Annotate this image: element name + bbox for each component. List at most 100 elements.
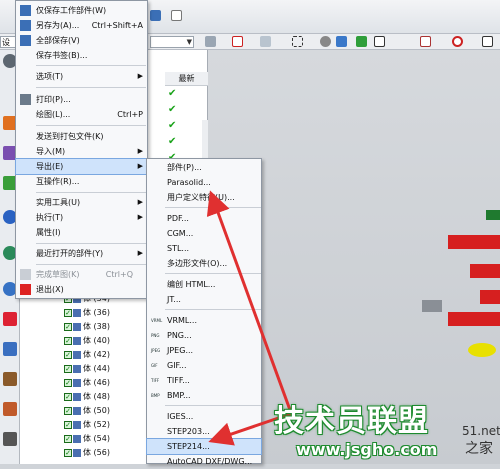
feature-row[interactable]: ✓ 体 (54) xyxy=(64,433,110,445)
visibility-checkbox[interactable]: ✓ xyxy=(64,351,72,359)
body-icon xyxy=(73,407,81,415)
scope-combo[interactable]: ▼ xyxy=(150,36,194,48)
submenu-arrow-icon: ▶ xyxy=(137,198,143,206)
feature-row[interactable]: ✓ 体 (52) xyxy=(64,419,110,431)
feature-row[interactable]: ✓ 体 (48) xyxy=(64,391,110,403)
export-item-stl[interactable]: STL... xyxy=(147,241,261,256)
body-icon xyxy=(73,435,81,443)
select-rect-icon[interactable] xyxy=(232,36,243,47)
feature-row[interactable]: ✓ 体 (46) xyxy=(64,377,110,389)
view-icon[interactable] xyxy=(320,36,331,47)
export-item-autocad[interactable]: AutoCAD DXF/DWG... xyxy=(147,454,261,469)
document-icon[interactable] xyxy=(3,402,17,416)
menu-item-options[interactable]: 选项(T) ▶ xyxy=(16,69,147,84)
visibility-checkbox[interactable]: ✓ xyxy=(64,309,72,317)
export-item-pdf[interactable]: PDF... xyxy=(147,211,261,226)
visibility-checkbox[interactable]: ✓ xyxy=(64,421,72,429)
menu-item-properties[interactable]: 属性(I) xyxy=(16,225,147,240)
visibility-checkbox[interactable]: ✓ xyxy=(64,365,72,373)
export-item-jt[interactable]: JT... xyxy=(147,292,261,307)
latest-check-icon: ✔ xyxy=(168,104,177,115)
png-icon: PNG xyxy=(151,333,160,338)
snap-point-icon[interactable] xyxy=(356,36,367,47)
feature-row[interactable]: ✓ 体 (50) xyxy=(64,405,110,417)
curve-icon[interactable] xyxy=(420,36,431,47)
body-icon xyxy=(73,351,81,359)
export-item-step214[interactable]: STEP214... xyxy=(146,438,262,455)
export-item-part[interactable]: 部件(P)... xyxy=(147,160,261,175)
visibility-checkbox[interactable]: ✓ xyxy=(64,407,72,415)
menu-item-save-all[interactable]: 全部保存(V) xyxy=(16,33,147,48)
export-item-udf[interactable]: 用户定义特征(U)... xyxy=(147,190,261,205)
menu-item-print[interactable]: 打印(P)... xyxy=(16,92,147,107)
export-item-html[interactable]: 编创 HTML... xyxy=(147,277,261,292)
feature-row[interactable]: ✓ 体 (42) xyxy=(64,349,110,361)
box-select-icon[interactable] xyxy=(292,36,303,47)
menu-item-send-to-package[interactable]: 发送到打包文件(K) xyxy=(16,129,147,144)
latest-check-icon: ✔ xyxy=(168,120,177,131)
menu-item-execute[interactable]: 执行(T) ▶ xyxy=(16,210,147,225)
feature-label: 体 (54) xyxy=(83,434,110,443)
menu-separator xyxy=(36,264,146,265)
save-toolbar-icon[interactable] xyxy=(150,10,161,21)
visibility-checkbox[interactable]: ✓ xyxy=(64,379,72,387)
export-item-step203[interactable]: STEP203... xyxy=(147,424,261,439)
menu-item-plot[interactable]: 绘图(L)... Ctrl+P xyxy=(16,107,147,122)
menu-separator xyxy=(165,273,261,274)
submenu-arrow-icon: ▶ xyxy=(137,213,143,221)
export-item-png[interactable]: PNG PNG... xyxy=(147,328,261,343)
feature-row[interactable]: ✓ 体 (36) xyxy=(64,307,110,319)
menu-item-export[interactable]: 导出(E) ▶ xyxy=(15,158,148,175)
red-rod xyxy=(448,235,500,249)
menu-item-save-work-part[interactable]: 仅保存工作部件(W) xyxy=(16,3,147,18)
visibility-checkbox[interactable]: ✓ xyxy=(64,435,72,443)
menu-separator xyxy=(36,125,146,126)
export-item-parasolid[interactable]: Parasolid... xyxy=(147,175,261,190)
point-icon[interactable] xyxy=(452,36,463,47)
line-icon[interactable] xyxy=(374,36,385,47)
menu-item-utilities[interactable]: 实用工具(U) ▶ xyxy=(16,195,147,210)
vrml-icon: VRML xyxy=(151,318,163,323)
analysis-icon[interactable] xyxy=(3,342,17,356)
export-item-bmp[interactable]: BMP BMP... xyxy=(147,388,261,403)
cube-icon[interactable] xyxy=(336,36,347,47)
roles-icon[interactable] xyxy=(3,432,17,446)
submenu-arrow-icon: ▶ xyxy=(137,147,143,155)
export-item-polygon[interactable]: 多边形文件(O)... xyxy=(147,256,261,271)
snap-icon[interactable] xyxy=(205,36,216,47)
menu-item-recent-parts[interactable]: 最近打开的部件(Y) ▶ xyxy=(16,246,147,261)
export-item-gif[interactable]: GIF GIF... xyxy=(147,358,261,373)
visibility-checkbox[interactable]: ✓ xyxy=(64,323,72,331)
process-studio-icon[interactable] xyxy=(3,312,17,326)
feature-label: 体 (50) xyxy=(83,406,110,415)
menu-item-save-as[interactable]: 另存为(A)... Ctrl+Shift+A xyxy=(16,18,147,33)
feature-row[interactable]: ✓ 体 (56) xyxy=(64,447,110,459)
feature-row[interactable]: ✓ 体 (38) xyxy=(64,321,110,333)
feature-row[interactable]: ✓ 体 (44) xyxy=(64,363,110,375)
export-item-jpeg[interactable]: JPEG JPEG... xyxy=(147,343,261,358)
body-icon xyxy=(73,323,81,331)
visibility-checkbox[interactable]: ✓ xyxy=(64,337,72,345)
watermark-logo: 技术员联盟 xyxy=(274,404,429,439)
print-icon xyxy=(20,94,31,105)
menu-item-import[interactable]: 导入(M) ▶ xyxy=(16,144,147,159)
visibility-checkbox[interactable]: ✓ xyxy=(64,449,72,457)
snap-arc-icon[interactable] xyxy=(260,36,271,47)
menu-item-exit[interactable]: 退出(X) xyxy=(16,282,147,297)
menu-item-interoperate[interactable]: 互操作(R)... xyxy=(16,174,147,189)
body-icon xyxy=(73,449,81,457)
export-item-tiff[interactable]: TIFF TIFF... xyxy=(147,373,261,388)
plus-icon[interactable] xyxy=(482,36,493,47)
visibility-checkbox[interactable]: ✓ xyxy=(64,393,72,401)
export-item-cgm[interactable]: CGM... xyxy=(147,226,261,241)
motion-icon[interactable] xyxy=(3,372,17,386)
watermark-url: www.jsgho.com xyxy=(296,440,438,459)
gray-block xyxy=(422,300,442,312)
menu-item-save-bookmark[interactable]: 保存书签(B)... xyxy=(16,48,147,63)
close-toolbar-icon[interactable] xyxy=(171,10,182,21)
export-item-vrml[interactable]: VRML VRML... xyxy=(147,313,261,328)
feature-row[interactable]: ✓ 体 (40) xyxy=(64,335,110,347)
body-icon xyxy=(73,393,81,401)
export-item-iges[interactable]: IGES... xyxy=(147,409,261,424)
body-icon xyxy=(73,365,81,373)
